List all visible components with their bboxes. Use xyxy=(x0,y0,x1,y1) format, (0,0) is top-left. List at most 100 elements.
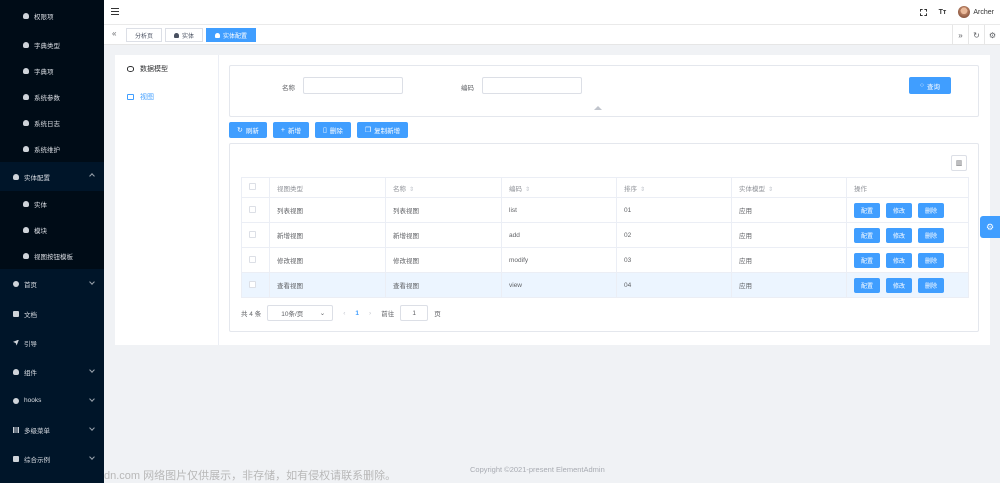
double-chevron-right-icon[interactable]: » xyxy=(952,25,968,45)
sidebar-item-components[interactable]: 组件 xyxy=(0,357,104,386)
config-button[interactable]: 配置 xyxy=(854,277,881,293)
edit-button[interactable]: 修改 xyxy=(886,277,913,293)
user-name: Archer xyxy=(973,8,994,16)
user-dropdown[interactable]: Archer xyxy=(958,6,994,18)
sidebar-item-guide[interactable]: 引导 xyxy=(0,328,104,357)
sidebar-item-label: 文档 xyxy=(24,311,37,319)
row-delete-button[interactable]: 删除 xyxy=(918,202,945,218)
fullscreen-icon[interactable] xyxy=(919,8,927,16)
chevron-down-icon xyxy=(89,454,95,460)
tab-entity-config[interactable]: 实体配置 xyxy=(206,28,257,42)
sidebar-item-permission[interactable]: 权限项 xyxy=(0,0,104,32)
next-page-icon[interactable]: › xyxy=(369,310,371,317)
sidebar-item-label: 实体配置 xyxy=(24,174,50,182)
sidebar-item-examples[interactable]: 综合示例 xyxy=(0,444,104,473)
chevron-down-icon xyxy=(89,396,95,402)
sidebar-item-entity[interactable]: 实体 xyxy=(0,191,104,217)
delete-button[interactable]: ▯ 删除 xyxy=(314,122,351,138)
col-name[interactable]: 名称 ⇕ xyxy=(385,177,502,198)
row-delete-button[interactable]: 删除 xyxy=(918,252,945,268)
search-icon: ○ xyxy=(920,82,924,89)
row-select-cell xyxy=(241,272,270,298)
query-button[interactable]: ○ 查询 xyxy=(909,77,951,94)
code-input[interactable] xyxy=(482,77,582,94)
config-button[interactable]: 配置 xyxy=(854,252,881,268)
col-model[interactable]: 实体模型 ⇕ xyxy=(731,177,847,198)
config-button[interactable]: 配置 xyxy=(854,202,881,218)
watermark: dn.com 网络图片仅供展示，非存储，如有侵权请联系删除。 xyxy=(104,470,397,482)
sidebar-item-view-button-template[interactable]: 视图按钮模板 xyxy=(0,243,104,269)
user-icon xyxy=(23,13,29,19)
menu-fold-icon[interactable] xyxy=(111,8,119,15)
sidebar-item-label: 系统维护 xyxy=(34,147,60,154)
config-button[interactable]: 配置 xyxy=(854,227,881,243)
sidebar-item-entity-config[interactable]: 实体配置 xyxy=(0,162,104,191)
refresh-button[interactable]: ↻ 刷新 xyxy=(229,122,267,138)
settings-drawer-button[interactable]: ⚙ xyxy=(980,216,1000,238)
cell-model: 应用 xyxy=(731,272,847,298)
name-input[interactable] xyxy=(303,77,403,94)
tree-item-data-model[interactable]: 数据模型 xyxy=(115,55,218,83)
collapse-arrow-icon[interactable] xyxy=(594,106,602,110)
row-checkbox[interactable] xyxy=(249,205,256,213)
sidebar-item-multi-menu[interactable]: 多级菜单 xyxy=(0,415,104,444)
sidebar: 权限项 字典类型 字典项 系统参数 系统日志 系统维护 实体配置 实体 模块 视… xyxy=(0,0,104,483)
sort-icon[interactable]: ⇕ xyxy=(525,187,530,193)
cell-actions: 配置 修改 删除 xyxy=(846,222,969,248)
col-code[interactable]: 编码 ⇕ xyxy=(501,177,617,198)
double-chevron-left-icon[interactable]: « xyxy=(112,29,116,38)
row-checkbox[interactable] xyxy=(249,280,256,288)
sidebar-item-dict-item[interactable]: 字典项 xyxy=(0,58,104,84)
table-row[interactable]: 新增视图 新增视图 add 02 应用 配置 修改 删除 xyxy=(241,222,969,248)
sidebar-item-system-maintenance[interactable]: 系统维护 xyxy=(0,136,104,162)
row-checkbox[interactable] xyxy=(249,230,256,238)
table-row[interactable]: 列表视图 列表视图 list 01 应用 配置 修改 删除 xyxy=(241,197,969,223)
tree-item-view[interactable]: 视图 xyxy=(115,83,218,111)
row-delete-button[interactable]: 删除 xyxy=(918,227,945,243)
row-delete-button[interactable]: 删除 xyxy=(918,277,945,293)
cell-actions: 配置 修改 删除 xyxy=(846,197,969,223)
user-icon xyxy=(23,227,29,233)
edit-button[interactable]: 修改 xyxy=(886,227,913,243)
page-number[interactable]: 1 xyxy=(355,310,359,317)
page-size-value: 10条/页 xyxy=(281,311,304,318)
table-row[interactable]: 查看视图 查看视图 view 04 应用 配置 修改 删除 xyxy=(241,272,969,298)
table-row[interactable]: 修改视图 修改视图 modify 03 应用 配置 修改 删除 xyxy=(241,247,969,273)
sort-icon[interactable]: ⇕ xyxy=(768,187,773,193)
sort-icon[interactable]: ⇕ xyxy=(409,187,414,193)
user-icon xyxy=(174,32,180,38)
col-actions: 操作 xyxy=(846,177,969,198)
row-select-cell xyxy=(241,197,270,223)
columns-icon[interactable]: ▥ xyxy=(951,155,967,171)
sitemap-icon xyxy=(13,397,19,404)
copy-add-button[interactable]: ❐ 复制新增 xyxy=(356,122,409,138)
page-size-select[interactable]: 10条/页 ⌄ xyxy=(267,305,334,321)
cell-order: 02 xyxy=(616,222,732,248)
add-button[interactable]: + 新增 xyxy=(272,122,309,138)
sidebar-item-hooks[interactable]: hooks xyxy=(0,386,104,415)
sidebar-item-module[interactable]: 模块 xyxy=(0,217,104,243)
sort-icon[interactable]: ⇕ xyxy=(640,187,645,193)
select-all-cell xyxy=(241,177,270,198)
tab-analysis[interactable]: 分析页 xyxy=(126,28,163,42)
cell-code: view xyxy=(501,272,617,298)
sidebar-item-docs[interactable]: 文档 xyxy=(0,299,104,328)
goto-page-input[interactable]: 1 xyxy=(400,305,429,321)
sidebar-item-system-log[interactable]: 系统日志 xyxy=(0,110,104,136)
sidebar-item-dict-type[interactable]: 字典类型 xyxy=(0,32,104,58)
sidebar-item-system-params[interactable]: 系统参数 xyxy=(0,84,104,110)
edit-button[interactable]: 修改 xyxy=(886,202,913,218)
font-size-icon[interactable]: Tт xyxy=(939,9,947,16)
sidebar-item-label: 视图按钮模板 xyxy=(34,254,73,261)
select-all-checkbox[interactable] xyxy=(249,183,256,190)
tab-entity[interactable]: 实体 xyxy=(165,28,204,42)
gear-icon[interactable]: ⚙ xyxy=(984,25,1000,45)
col-order[interactable]: 排序 ⇕ xyxy=(616,177,732,198)
prev-page-icon[interactable]: ‹ xyxy=(343,310,345,317)
row-checkbox[interactable] xyxy=(249,255,256,263)
refresh-icon[interactable]: ↻ xyxy=(968,25,984,45)
sidebar-item-home[interactable]: 首页 xyxy=(0,269,104,299)
cell-name: 新增视图 xyxy=(385,222,502,248)
edit-button[interactable]: 修改 xyxy=(886,252,913,268)
table-header-row: 视图类型 名称 ⇕ 编码 ⇕ 排序 ⇕ 实体模型 ⇕ 操作 xyxy=(241,177,969,198)
